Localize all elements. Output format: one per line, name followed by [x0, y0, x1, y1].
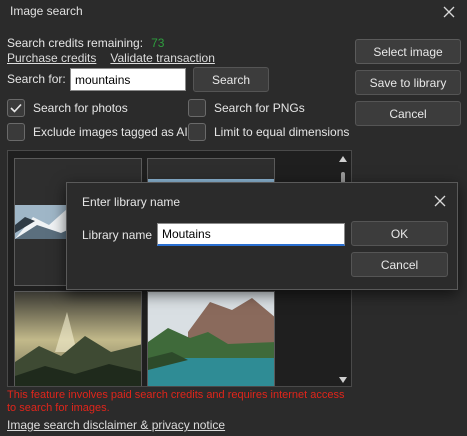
title-bar: Image search: [0, 0, 467, 24]
exclude-ai-option[interactable]: Exclude images tagged as AI: [7, 123, 188, 141]
search-input[interactable]: [70, 68, 186, 91]
credit-links: Purchase credits Validate transaction: [7, 51, 229, 65]
alpine-lake-photo: [148, 292, 274, 386]
sunrays-mountain-photo: [15, 292, 141, 386]
dialog-ok-button[interactable]: OK: [351, 221, 448, 246]
library-name-label: Library name: [82, 228, 153, 242]
dialog-close-icon[interactable]: [431, 192, 449, 210]
equal-dimensions-checkbox[interactable]: [188, 123, 206, 141]
credits-count: 73: [151, 36, 165, 50]
save-to-library-button[interactable]: Save to library: [355, 70, 461, 95]
select-image-button[interactable]: Select image: [355, 39, 461, 64]
equal-dimensions-label: Limit to equal dimensions: [214, 125, 350, 139]
search-pngs-label: Search for PNGs: [214, 101, 305, 115]
scroll-up-icon[interactable]: [338, 154, 348, 164]
library-name-input[interactable]: [157, 223, 345, 246]
search-photos-label: Search for photos: [33, 101, 128, 115]
paid-feature-notice: This feature involves paid search credit…: [7, 389, 345, 414]
checkmark-icon: [10, 103, 22, 113]
search-button[interactable]: Search: [193, 67, 269, 92]
search-label: Search for:: [7, 72, 66, 86]
close-icon[interactable]: [439, 2, 459, 22]
scroll-down-icon[interactable]: [338, 375, 348, 385]
search-photos-option[interactable]: Search for photos: [7, 99, 128, 117]
credits-label: Search credits remaining:: [7, 36, 144, 50]
dialog-title: Enter library name: [82, 195, 181, 209]
exclude-ai-label: Exclude images tagged as AI: [33, 125, 188, 139]
library-name-dialog: Enter library name Library name OK Cance…: [66, 182, 458, 290]
cancel-button[interactable]: Cancel: [355, 101, 461, 126]
privacy-notice-link[interactable]: Image search disclaimer & privacy notice: [7, 418, 225, 432]
image-thumbnail[interactable]: [147, 291, 275, 386]
dialog-cancel-button[interactable]: Cancel: [351, 252, 448, 277]
image-thumbnail[interactable]: [14, 291, 142, 386]
search-pngs-option[interactable]: Search for PNGs: [188, 99, 305, 117]
window-title: Image search: [10, 4, 83, 18]
equal-dimensions-option[interactable]: Limit to equal dimensions: [188, 123, 349, 141]
exclude-ai-checkbox[interactable]: [7, 123, 25, 141]
search-pngs-checkbox[interactable]: [188, 99, 206, 117]
search-photos-checkbox[interactable]: [7, 99, 25, 117]
purchase-credits-link[interactable]: Purchase credits: [7, 51, 96, 65]
validate-transaction-link[interactable]: Validate transaction: [110, 51, 215, 65]
credits-line: Search credits remaining: 73: [7, 36, 164, 50]
